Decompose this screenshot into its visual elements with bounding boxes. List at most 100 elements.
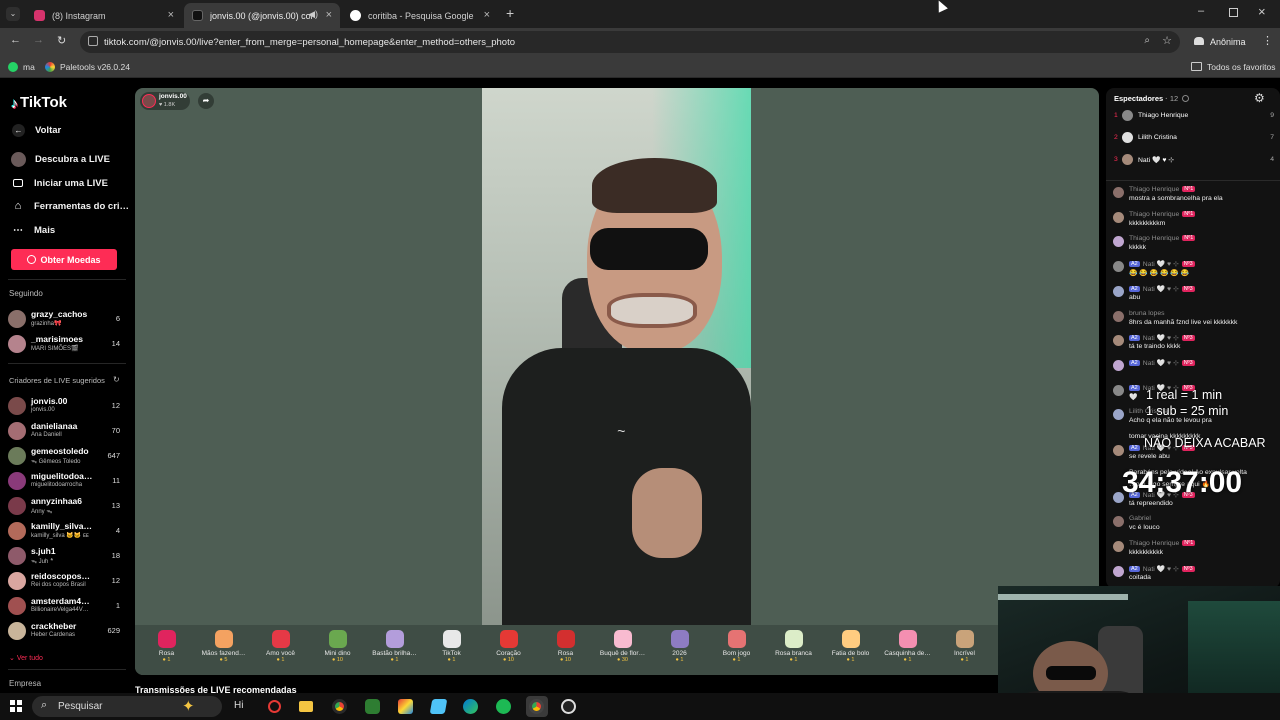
top-viewer-row[interactable]: 1 Thiago Henrique 9	[1114, 110, 1274, 124]
chat-user: A2 Nati 🤍 ♥ ⊹ Nº3	[1129, 565, 1195, 573]
menu-dots-icon[interactable]: ⋮	[1262, 34, 1273, 47]
gift-item[interactable]: Rosa ● 10	[538, 630, 593, 663]
following-item[interactable]: _marisimoes MARI SIMÕES🎬 14	[8, 333, 128, 355]
bookmark-paletools[interactable]: Paletools v26.0.24	[60, 62, 130, 72]
back-arrow-icon[interactable]: ←	[10, 34, 21, 46]
speaker-icon[interactable]: ◀)	[308, 9, 318, 20]
close-icon[interactable]: ×	[484, 9, 490, 21]
tab-tiktok[interactable]: jonvis.00 (@jonvis.00) com… ◀) ×	[184, 3, 340, 28]
site-info-icon[interactable]	[88, 36, 98, 46]
suggested-item[interactable]: kamilly_silva… kamilly_silva 🐱🐱 ᴇᴇ 4	[8, 520, 128, 542]
following-item[interactable]: grazy_cachos grazinha🎀 6	[8, 308, 128, 330]
bookmark-ma[interactable]: ma	[23, 62, 35, 72]
gift-item[interactable]: Mini dino ● 10	[310, 630, 365, 663]
suggested-item[interactable]: gemeostoledo ᯓ Gêmeos Toledo 647	[8, 445, 128, 467]
forward-arrow-icon[interactable]: →	[33, 34, 44, 46]
viewer-count: 647	[107, 451, 120, 460]
gift-item[interactable]: Incrível ● 1	[937, 630, 992, 663]
suggested-item[interactable]: amsterdam4… BillionaireVelga44V… 1	[8, 595, 128, 617]
see-all-link[interactable]: ⌄ Ver tudo	[9, 654, 43, 662]
chat-text: kkkkkkkkkk	[1129, 549, 1163, 557]
sparkle-icon: ✦	[182, 698, 195, 715]
gift-item[interactable]: TikTok ● 1	[424, 630, 479, 663]
suggested-item[interactable]: s.juh1 ᯓ Juh ؞ 18	[8, 545, 128, 567]
gift-item[interactable]: Buquê de flor… ● 30	[595, 630, 650, 663]
chat-text: Acho q ela não te levou pra	[1129, 417, 1212, 425]
taskbar-search[interactable]: ⌕ Pesquisar ✦	[32, 696, 222, 717]
gift-item[interactable]: Bom jogo ● 1	[709, 630, 764, 663]
nav-discover-live[interactable]: Descubra a LIVE	[11, 152, 110, 167]
gift-price: ● 10	[503, 657, 514, 663]
zoom-icon[interactable]: ⌕	[1144, 35, 1150, 46]
top-viewer-row[interactable]: 2 Lilith Cristina 7	[1114, 132, 1274, 146]
paint-icon[interactable]	[398, 699, 413, 714]
restore-button[interactable]	[1229, 8, 1238, 17]
share-icon[interactable]: ➦	[198, 93, 214, 109]
minimize-button[interactable]: –	[1198, 5, 1204, 17]
obs-icon[interactable]	[561, 699, 576, 714]
reload-icon[interactable]: ↻	[57, 34, 66, 47]
suggested-item[interactable]: jonvis.00 jonvis.00 12	[8, 395, 128, 417]
live-player[interactable]: jonvis.00 ♥ 1.8K ➦ ~ Rosa ● 1 Mãos fazend……	[135, 88, 1099, 675]
gift-item[interactable]: Amo você ● 1	[253, 630, 308, 663]
get-coins-button[interactable]: Obter Moedas	[11, 249, 117, 270]
star-icon[interactable]: ☆	[1162, 34, 1172, 47]
green-app-icon[interactable]	[365, 699, 380, 714]
gift-bar: Rosa ● 1 Mãos fazend… ● 5 Amo você ● 1 Mini di…	[135, 625, 1099, 675]
chrome-icon[interactable]	[332, 699, 347, 714]
gift-item[interactable]: Mãos fazend… ● 5	[196, 630, 251, 663]
chat-text: abu	[1129, 293, 1141, 301]
suggested-item[interactable]: crackheber Heber Cardenas 629	[8, 620, 128, 642]
tab-instagram[interactable]: (8) Instagram ×	[26, 3, 182, 28]
gift-item[interactable]: Casquinha de… ● 1	[880, 630, 935, 663]
edge-icon[interactable]	[463, 699, 478, 714]
suggested-item[interactable]: miguelitodoa… miguelitodoarrocha 11	[8, 470, 128, 492]
nav-more[interactable]: ⋯ Mais	[11, 223, 55, 237]
avatar	[8, 522, 26, 540]
suggested-item[interactable]: annyzinhaa6 Anny ᯓ 13	[8, 495, 128, 517]
settings-gear-icon[interactable]: ⚙	[1254, 91, 1265, 105]
new-tab-button[interactable]: +	[506, 5, 514, 21]
nav-creator-tools[interactable]: ⌂ Ferramentas do cri…	[11, 199, 129, 213]
gift-item[interactable]: Rosa ● 1	[139, 630, 194, 663]
gift-item[interactable]: Bastão brilha… ● 1	[367, 630, 422, 663]
top-viewer-row[interactable]: 3 Nati 🤍 ♥ ⊹ 4	[1114, 154, 1274, 168]
creator-subtitle: Ana Daniell	[31, 432, 62, 438]
blue-app-icon[interactable]	[429, 699, 448, 714]
company-link[interactable]: Empresa	[9, 679, 41, 688]
spotify-icon[interactable]	[496, 699, 511, 714]
suggested-item[interactable]: danielianaa Ana Daniell 70	[8, 420, 128, 442]
gift-name: Incrível	[954, 650, 975, 657]
tab-list-chevron-icon[interactable]: ⌄	[6, 7, 20, 21]
back-link[interactable]: ← Voltar	[11, 124, 61, 137]
gift-icon	[898, 630, 917, 648]
close-icon[interactable]: ×	[168, 9, 174, 21]
creator-subtitle: grazinha🎀	[31, 321, 62, 327]
nav-start-live[interactable]: Iniciar uma LIVE	[11, 176, 108, 190]
gift-item[interactable]: 2026 ● 1	[652, 630, 707, 663]
close-window-button[interactable]: ×	[1258, 4, 1266, 19]
file-explorer-icon[interactable]	[299, 701, 313, 712]
creator-name: danielianaa	[31, 421, 78, 431]
profile-label[interactable]: Anônima	[1210, 37, 1246, 47]
coins-label: Obter Moedas	[40, 254, 101, 265]
folder-icon	[1191, 62, 1202, 71]
tiktok-logo[interactable]: ♪ TikTok	[11, 94, 67, 111]
windows-start-icon[interactable]	[10, 700, 22, 712]
all-bookmarks[interactable]: Todos os favoritos	[1207, 62, 1276, 72]
chrome-active-icon[interactable]	[526, 696, 548, 717]
avatar	[1122, 110, 1133, 121]
gift-item[interactable]: Rosa branca ● 1	[766, 630, 821, 663]
app-red-circle-icon[interactable]	[268, 700, 281, 713]
gift-price: ● 1	[732, 657, 741, 663]
gift-item[interactable]: Coração ● 10	[481, 630, 536, 663]
refresh-icon[interactable]: ↻	[113, 375, 120, 384]
info-icon[interactable]	[1182, 95, 1190, 102]
gift-item[interactable]: Fatia de bolo ● 1	[823, 630, 878, 663]
gift-price-value: 10	[336, 657, 343, 663]
suggested-item[interactable]: reidoscopos… Rei dos copos Brasil 12	[8, 570, 128, 592]
close-icon[interactable]: ×	[326, 9, 332, 21]
host-card[interactable]: jonvis.00 ♥ 1.8K	[140, 92, 190, 110]
tab-google[interactable]: coritiba - Pesquisa Google ×	[342, 3, 498, 28]
address-bar[interactable]: tiktok.com/@jonvis.00/live?enter_from_me…	[80, 31, 1180, 53]
